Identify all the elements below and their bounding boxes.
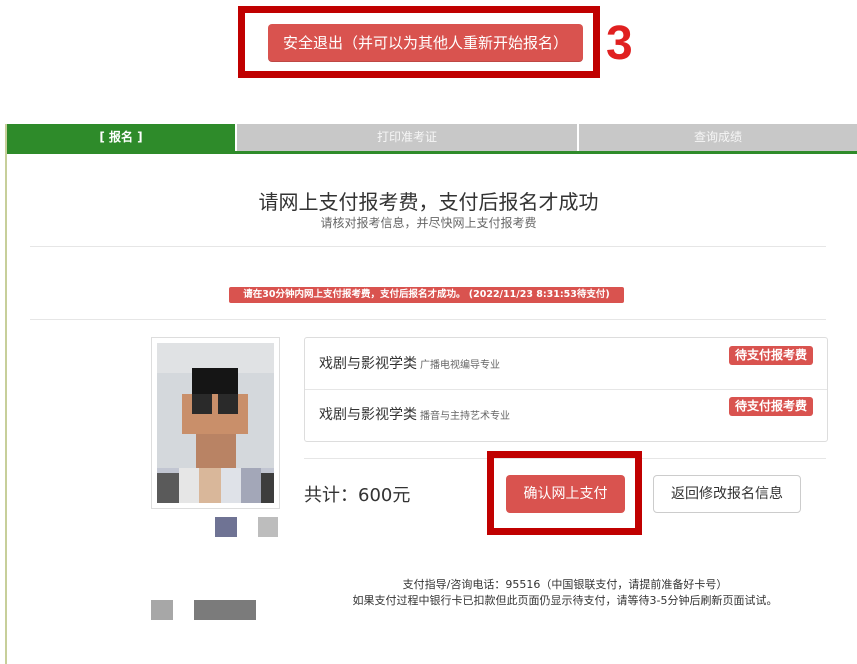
total-amount: 共计：600元	[304, 485, 411, 506]
page-subtitle: 请核对报考信息，并尽快网上支付报考费	[320, 216, 537, 230]
page-title: 请网上支付报考费，支付后报名才成功	[258, 190, 599, 214]
tab-bar: [ 报名 ] 打印准考证 查询成绩	[7, 124, 857, 151]
major-name: 戏剧与影视学类 广播电视编导专业	[319, 353, 500, 373]
logout-button[interactable]: 安全退出（并可以为其他人重新开始报名）	[268, 24, 583, 62]
payment-deadline-warning: 请在30分钟内网上支付报考费，支付后报名才成功。 (2022/11/23 8:3…	[229, 287, 624, 303]
divider	[30, 246, 826, 247]
back-edit-button[interactable]: 返回修改报名信息	[653, 475, 801, 513]
applicant-photo	[151, 337, 280, 509]
major-category: 戏剧与影视学类	[319, 407, 417, 423]
major-list: 戏剧与影视学类 广播电视编导专业 待支付报考费 戏剧与影视学类 播音与主持艺术专业 …	[304, 337, 828, 442]
blurred-thumbnail	[215, 517, 237, 537]
major-name: 戏剧与影视学类 播音与主持艺术专业	[319, 404, 510, 424]
blurred-thumbnail	[194, 600, 256, 620]
blurred-thumbnail	[151, 600, 173, 620]
tab-registration[interactable]: [ 报名 ]	[7, 124, 235, 151]
major-specialty: 播音与主持艺术专业	[420, 411, 510, 422]
divider	[30, 319, 826, 320]
status-badge: 待支付报考费	[728, 397, 813, 416]
help-hotline: 支付指导/咨询电话：95516（中国银联支付，请提前准备好卡号）	[402, 578, 728, 591]
confirm-payment-button[interactable]: 确认网上支付	[506, 475, 625, 513]
major-row: 戏剧与影视学类 播音与主持艺术专业 待支付报考费	[305, 389, 827, 440]
help-note: 如果支付过程中银行卡已扣款但此页面仍显示待支付，请等待3-5分钟后刷新页面试试。	[352, 594, 778, 607]
blurred-thumbnail	[258, 517, 278, 537]
tab-print-admission[interactable]: 打印准考证	[237, 124, 577, 151]
tab-query-score[interactable]: 查询成绩	[579, 124, 857, 151]
tab-underline	[7, 151, 857, 154]
major-category: 戏剧与影视学类	[319, 356, 417, 372]
status-badge: 待支付报考费	[728, 346, 813, 365]
major-row: 戏剧与影视学类 广播电视编导专业 待支付报考费	[305, 338, 827, 390]
major-specialty: 广播电视编导专业	[420, 360, 500, 371]
step-number-annotation: 3	[606, 17, 633, 70]
